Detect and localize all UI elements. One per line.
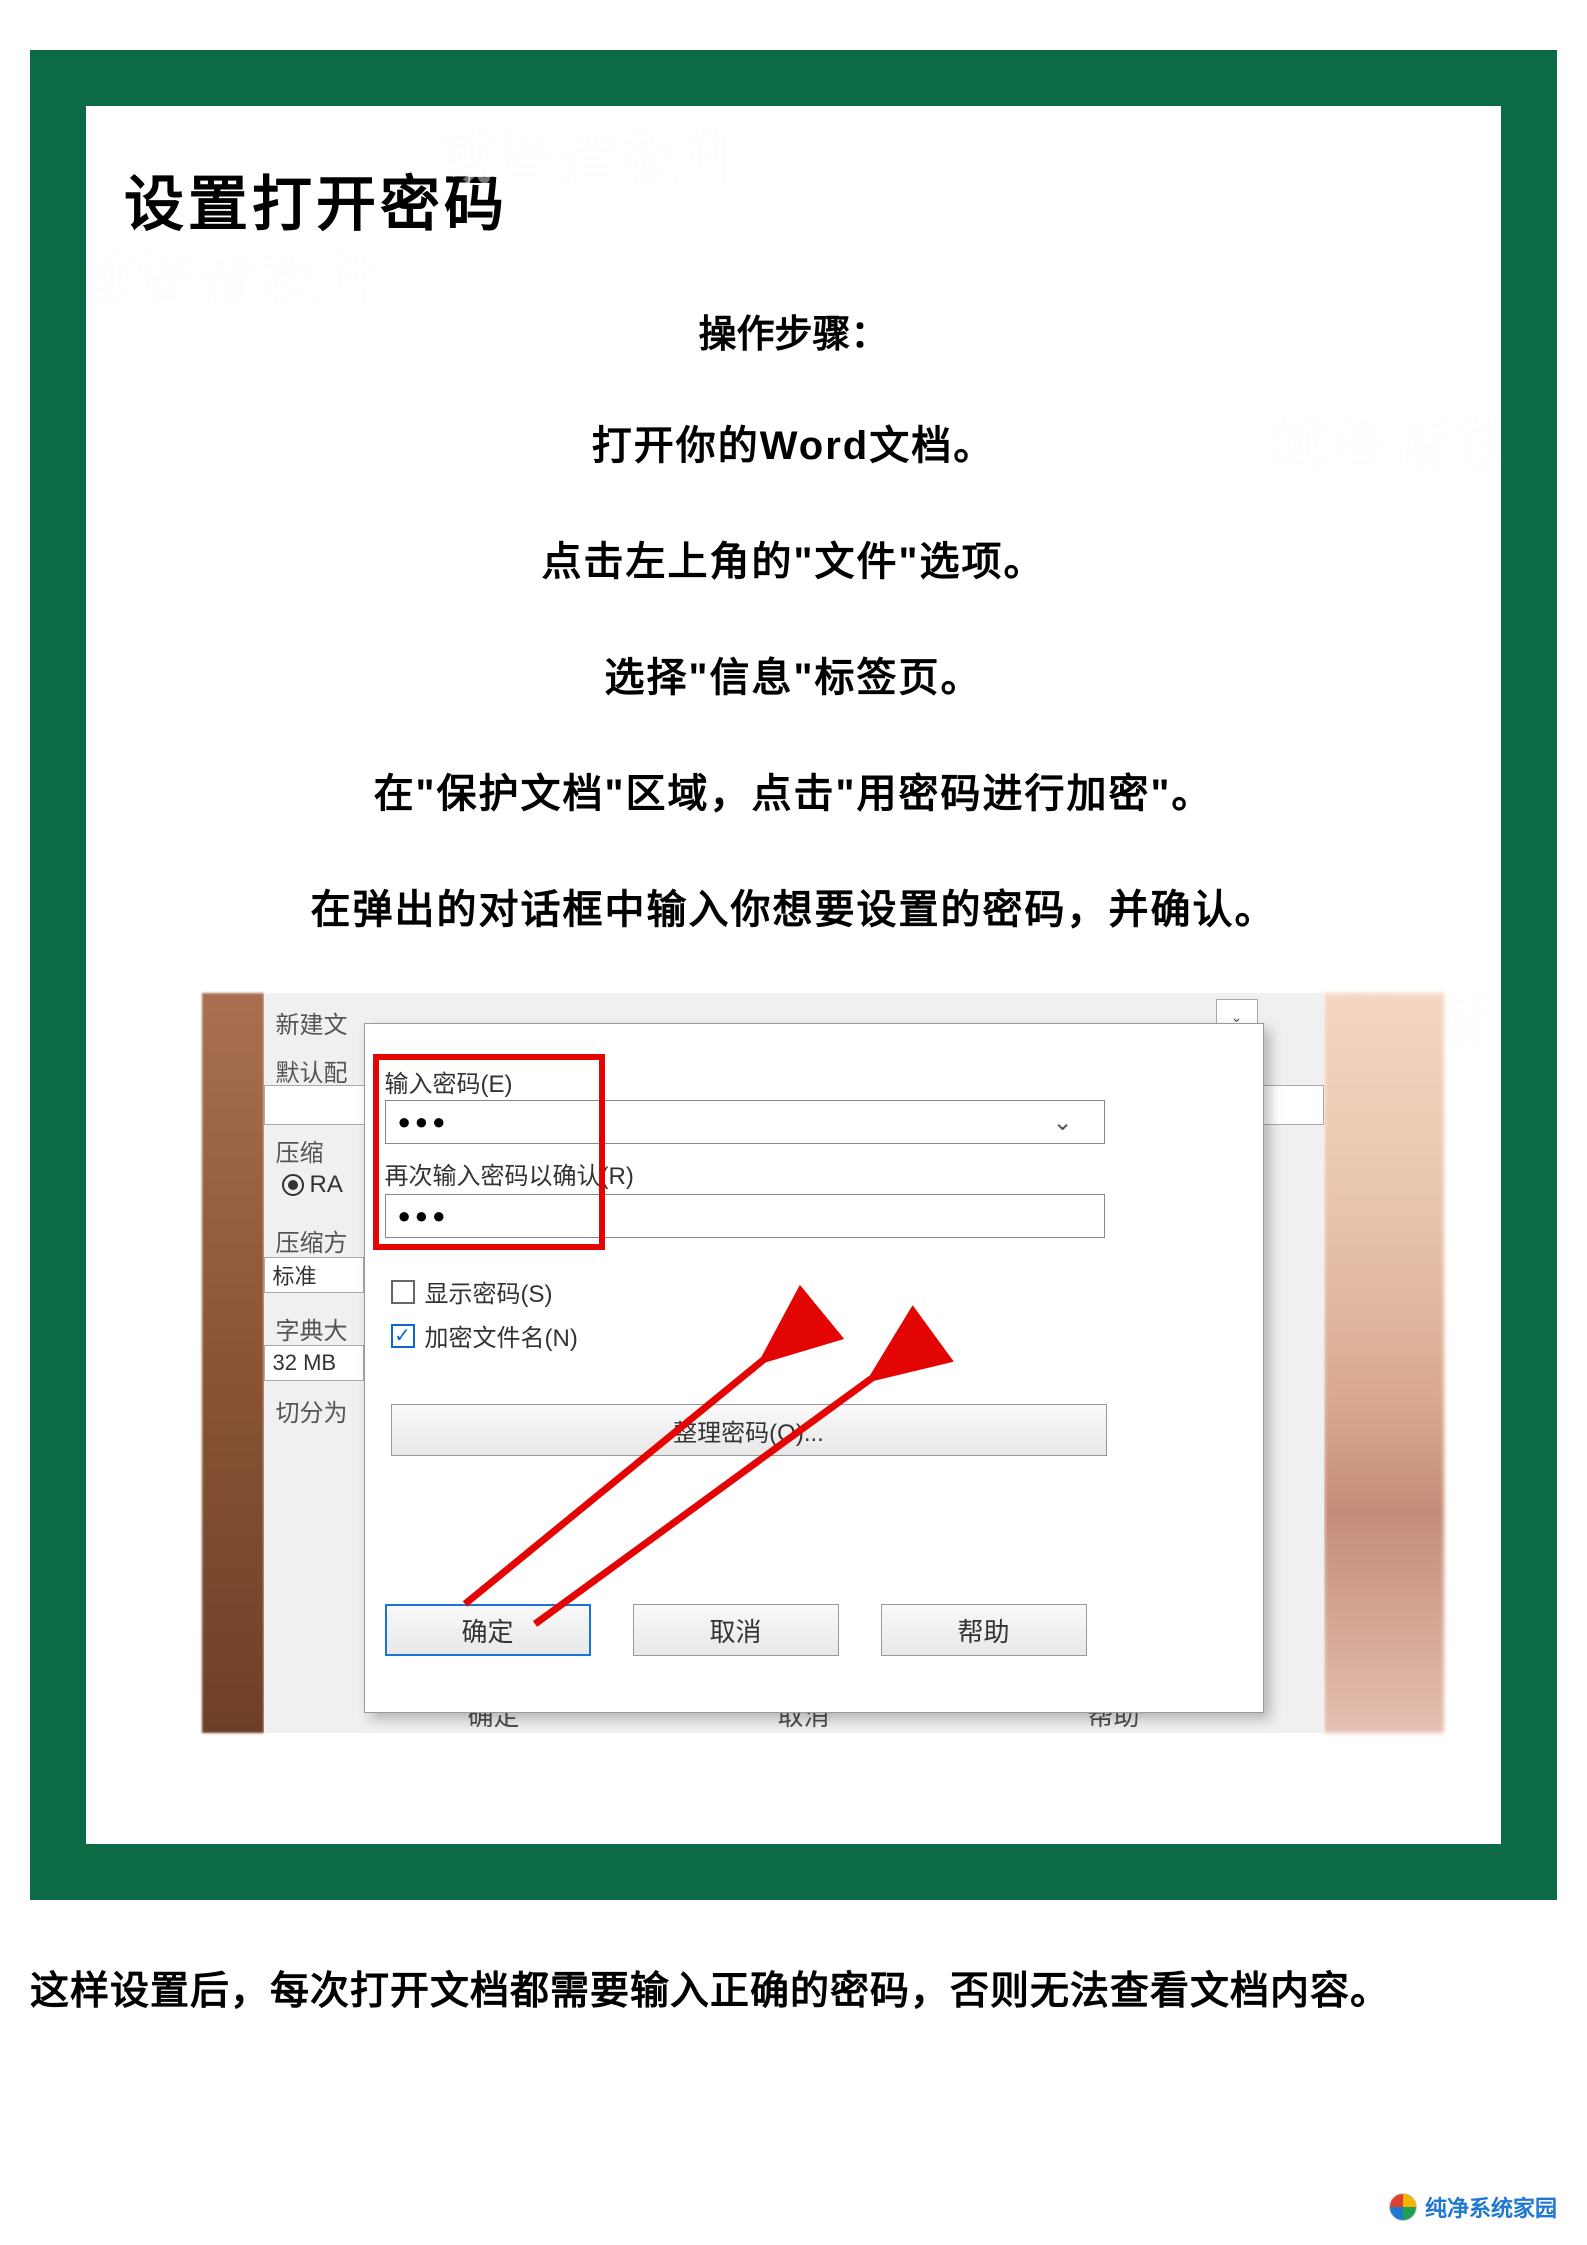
chevron-down-icon[interactable] <box>1048 1105 1082 1139</box>
dialog-button-row: 确定 取消 帮助 <box>385 1604 1087 1656</box>
password-value: ●●● <box>398 1109 450 1135</box>
checkbox-checked-icon <box>391 1324 415 1348</box>
encrypt-names-checkbox[interactable]: 加密文件名(N) <box>391 1318 578 1353</box>
screenshot-area: 新建文 默认配 压缩 RA 压缩方 标准 字典大 32 MB 切分为 ⌄ ⌄ <box>264 993 1324 1733</box>
password-label: 输入密码(E) <box>385 1064 513 1099</box>
inner-page: 域智盾软件 域智盾软件 域智盾软件 域智盾软件 设置打开密码 操作步骤： 打开你… <box>86 106 1501 1844</box>
show-password-checkbox[interactable]: 显示密码(S) <box>391 1274 553 1309</box>
footer-brand: 纯净系统家园 <box>1425 2191 1557 2223</box>
step-4: 在"保护文档"区域，点击"用密码进行加密"。 <box>116 761 1471 819</box>
dict-value[interactable]: 32 MB <box>264 1345 364 1381</box>
page-title: 设置打开密码 <box>124 156 1471 243</box>
show-password-label: 显示密码(S) <box>425 1274 553 1309</box>
method-value[interactable]: 标准 <box>264 1257 364 1293</box>
radio-dot-icon <box>282 1174 304 1196</box>
label-compress: 压缩 <box>276 1133 324 1168</box>
manage-passwords-button[interactable]: 整理密码(O)... <box>391 1404 1107 1456</box>
step-1: 打开你的Word文档。 <box>116 413 1471 471</box>
step-2: 点击左上角的"文件"选项。 <box>116 529 1471 587</box>
label-method: 压缩方 <box>276 1223 348 1258</box>
password-dialog: 输入密码(E) ●●● 再次输入密码以确认(R) ●●● 显示密码(S) 加密文… <box>364 1023 1264 1713</box>
checkbox-icon <box>391 1280 415 1304</box>
help-button[interactable]: 帮助 <box>881 1604 1087 1656</box>
photo-strip-right <box>1324 993 1444 1733</box>
logo-icon <box>1389 2193 1417 2221</box>
password-confirm-label: 再次输入密码以确认(R) <box>385 1156 634 1191</box>
ok-button[interactable]: 确定 <box>385 1604 591 1656</box>
step-3: 选择"信息"标签页。 <box>116 645 1471 703</box>
radio-label: RA <box>310 1171 343 1199</box>
encrypt-names-label: 加密文件名(N) <box>425 1318 578 1353</box>
summary-text: 这样设置后，每次打开文档都需要输入正确的密码，否则无法查看文档内容。 <box>30 1960 1557 2016</box>
outer-frame: 域智盾软件 域智盾软件 域智盾软件 域智盾软件 设置打开密码 操作步骤： 打开你… <box>30 50 1557 1900</box>
arrow-1 <box>425 1324 805 1629</box>
step-5: 在弹出的对话框中输入你想要设置的密码，并确认。 <box>116 877 1471 935</box>
footer-logo: 纯净系统家园 <box>1389 2191 1557 2223</box>
photo-strip-left <box>202 993 264 1733</box>
password-confirm-value: ●●● <box>398 1203 450 1229</box>
password-confirm-input[interactable]: ●●● <box>385 1194 1105 1238</box>
label-dict: 字典大 <box>276 1311 348 1346</box>
cancel-button[interactable]: 取消 <box>633 1604 839 1656</box>
label-split: 切分为 <box>276 1393 348 1428</box>
radio-rar[interactable]: RA <box>282 1171 343 1199</box>
label-default: 默认配 <box>276 1053 348 1088</box>
steps-header: 操作步骤： <box>116 303 1471 358</box>
password-input[interactable]: ●●● <box>385 1100 1105 1144</box>
label-new: 新建文 <box>276 1005 348 1040</box>
